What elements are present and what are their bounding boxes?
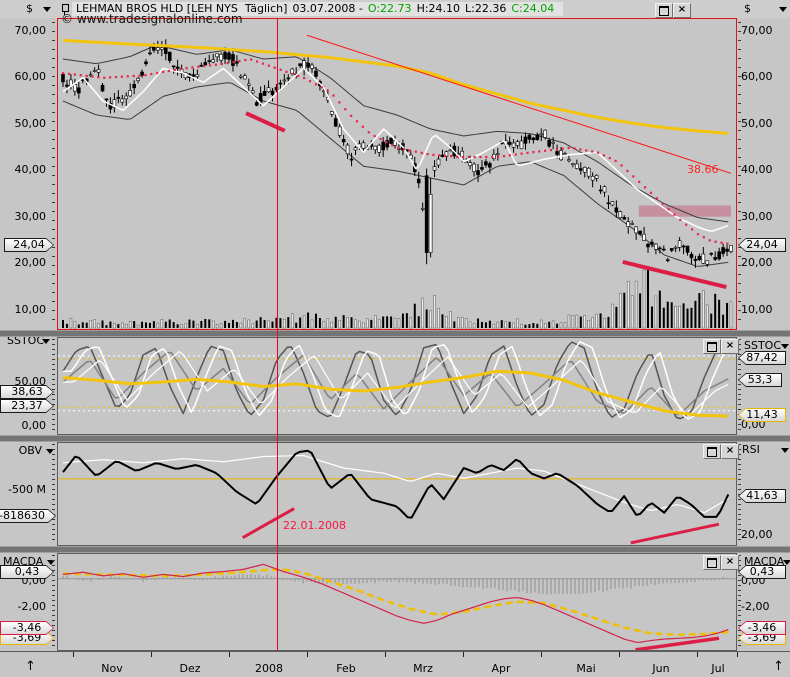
y-axis-label: 50,00 xyxy=(14,117,47,130)
left-axis-unit-dropdown[interactable]: $ xyxy=(26,2,33,16)
sstoc-value-tag: 87,42 xyxy=(738,351,786,365)
month-label: Jun xyxy=(652,662,670,675)
quote-close: C:24.04 xyxy=(511,2,555,15)
month-label: Mai xyxy=(576,662,596,675)
sstoc-value-tag: 53,3 xyxy=(738,373,782,387)
y-axis-label: 40,00 xyxy=(741,163,773,176)
left-axis-ticks xyxy=(52,555,55,649)
y-axis-label: -500 M xyxy=(8,483,46,496)
month-label: Dez xyxy=(179,662,201,675)
sstoc-indicator-chart[interactable] xyxy=(57,337,737,435)
quote-high: H:24.10 xyxy=(416,2,461,15)
maximize-button[interactable] xyxy=(703,444,721,459)
y-axis-label: 20,00 xyxy=(741,256,773,269)
maximize-icon xyxy=(707,447,717,457)
month-label: Mrz xyxy=(413,662,433,675)
tradesignal-chart-window: $ LEHMAN BROS HLD [LEH NYS Täglich] 03.07… xyxy=(0,0,790,677)
price-tag-right: 24,04 xyxy=(738,238,786,252)
dropdown-arrow-icon[interactable] xyxy=(781,344,789,349)
y-axis-label: 30,00 xyxy=(14,210,47,223)
y-axis-label: 10,00 xyxy=(741,303,773,316)
pan-arrow-left[interactable]: ↑ xyxy=(25,659,36,674)
panel-divider[interactable] xyxy=(0,330,790,337)
rsi-panel-dropdown[interactable]: RSI xyxy=(742,443,760,457)
sstoc-value-tag: 23,37 xyxy=(0,399,54,413)
panel-divider[interactable] xyxy=(0,546,790,553)
month-label: Nov xyxy=(101,662,123,675)
y-axis-label: 30,00 xyxy=(741,210,773,223)
quote-date: 03.07.2008 - xyxy=(292,2,363,15)
maximize-icon xyxy=(659,6,669,16)
obv-value-tag: -818630 xyxy=(0,509,56,523)
close-button[interactable]: × xyxy=(673,3,691,18)
close-button[interactable]: × xyxy=(721,444,739,459)
maximize-button[interactable] xyxy=(703,339,721,354)
dropdown-arrow-icon[interactable] xyxy=(781,448,789,453)
right-axis-unit-dropdown[interactable]: $ xyxy=(744,2,751,16)
y-axis-label: 60,00 xyxy=(14,70,47,83)
main-price-chart[interactable] xyxy=(57,18,737,330)
right-axis-ticks xyxy=(738,22,741,328)
time-axis-line xyxy=(0,651,790,652)
watermark: © www.tradesignalonline.com xyxy=(61,12,243,26)
panel-divider[interactable] xyxy=(0,435,790,442)
month-label: 2008 xyxy=(255,662,283,675)
left-axis-ticks xyxy=(52,22,55,328)
rsi-value-tag: 41,63 xyxy=(738,489,786,503)
pin-icon xyxy=(62,4,69,15)
y-axis-label: 60,00 xyxy=(741,70,773,83)
vertical-date-line[interactable] xyxy=(277,18,278,651)
macd-hist-tag: 0,43 xyxy=(738,565,786,579)
y-axis-label: 0,00 xyxy=(21,419,47,432)
month-label: Feb xyxy=(336,662,356,675)
month-label: Jul xyxy=(711,662,725,675)
y-axis-label: 20,00 xyxy=(741,528,773,541)
pan-arrow-right[interactable]: ↑ xyxy=(773,659,784,674)
left-axis-ticks xyxy=(52,444,55,544)
quote-open: O:22.73 xyxy=(367,2,412,15)
macd-hist-tag: 0,43 xyxy=(0,565,54,579)
sstoc-panel-dropdown[interactable]: SSTOC xyxy=(744,339,781,353)
macd-value-tag: -3,46 xyxy=(738,621,786,635)
dropdown-arrow-icon[interactable] xyxy=(43,7,51,12)
close-button[interactable]: × xyxy=(721,339,739,354)
dropdown-arrow-icon[interactable] xyxy=(779,7,787,12)
dropdown-arrow-icon[interactable] xyxy=(783,560,790,565)
sstoc-value-tag: 11,43 xyxy=(738,408,786,422)
y-axis-label: 20,00 xyxy=(14,256,47,269)
maximize-button[interactable] xyxy=(703,555,721,570)
maximize-button[interactable] xyxy=(655,3,673,18)
maximize-icon xyxy=(707,558,717,568)
close-button[interactable]: × xyxy=(721,555,739,570)
y-axis-label: 70,00 xyxy=(14,24,47,37)
y-axis-label: -2,00 xyxy=(17,600,46,613)
sstoc-value-tag: 38,63 xyxy=(0,385,54,399)
y-axis-label: -2,00 xyxy=(741,600,770,613)
y-axis-label: 40,00 xyxy=(14,163,47,176)
macd-value-tag: -3,46 xyxy=(0,621,54,635)
trendline-value-label: 38.66 xyxy=(687,163,719,176)
date-annotation: 22.01.2008 xyxy=(283,519,346,532)
macda-indicator-chart[interactable] xyxy=(57,553,737,651)
left-axis-ticks xyxy=(52,339,55,433)
maximize-icon xyxy=(707,342,717,352)
quote-low: L:22.36 xyxy=(465,2,507,15)
y-axis-label: 70,00 xyxy=(741,24,773,37)
y-axis-label: 10,00 xyxy=(14,303,47,316)
obv-panel-dropdown[interactable]: OBV xyxy=(2,444,42,458)
month-label: Apr xyxy=(491,662,511,675)
price-tag-left: 24,04 xyxy=(4,238,54,252)
y-axis-label: 50,00 xyxy=(741,117,773,130)
dropdown-arrow-icon[interactable] xyxy=(42,339,50,344)
obv-indicator-chart[interactable] xyxy=(57,442,737,546)
